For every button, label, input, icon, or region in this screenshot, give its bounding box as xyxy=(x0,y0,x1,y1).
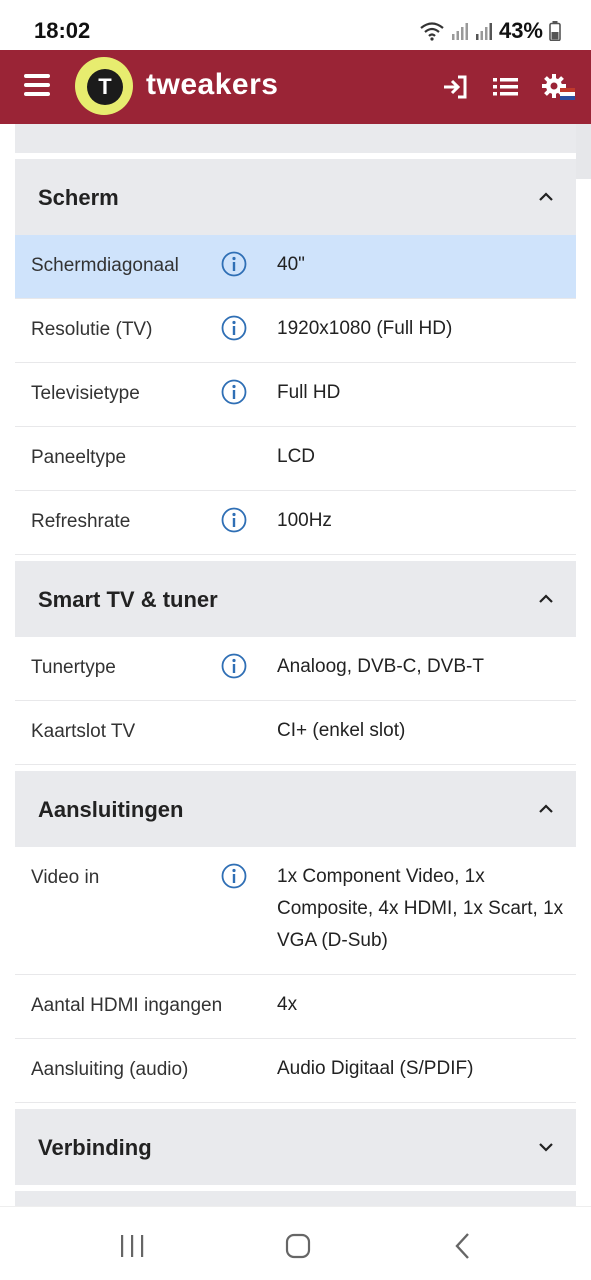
section-header-aansluitingen[interactable]: Aansluitingen xyxy=(15,771,576,847)
wifi-icon xyxy=(420,22,444,41)
spec-label: Kaartslot TV xyxy=(31,721,136,742)
back-icon[interactable] xyxy=(448,1231,478,1261)
section-title: Smart TV & tuner xyxy=(38,587,218,612)
info-icon[interactable] xyxy=(221,251,247,277)
logo-letter: T xyxy=(87,69,123,105)
chevron-down-icon xyxy=(539,1143,553,1152)
spec-value: 1920x1080 (Full HD) xyxy=(277,318,453,339)
section-header-smart-tv[interactable]: Smart TV & tuner xyxy=(15,561,576,637)
brand-name[interactable]: tweakers xyxy=(146,68,278,102)
spec-label: Aantal HDMI ingangen xyxy=(31,995,223,1016)
section-title: Aansluitingen xyxy=(38,797,184,822)
spec-row: Resolutie (TV) 1920x1080 (Full HD) xyxy=(15,299,576,363)
spec-label: Video in xyxy=(31,867,100,888)
spec-label: Tunertype xyxy=(31,657,116,678)
section-title: Verbinding xyxy=(38,1135,152,1160)
spec-row: Video in 1x Component Video, 1x Composit… xyxy=(15,847,576,975)
info-icon[interactable] xyxy=(221,379,247,405)
spec-value: 1x Component Video, 1x Composite, 4x HDM… xyxy=(277,866,564,951)
spec-label: Paneeltype xyxy=(31,447,127,468)
spec-value: 4x xyxy=(277,994,298,1015)
spec-label: Schermdiagonaal xyxy=(31,255,179,276)
spec-value: CI+ (enkel slot) xyxy=(277,720,406,741)
spec-value: 40" xyxy=(277,254,305,275)
battery-icon xyxy=(549,21,561,41)
spec-row: Schermdiagonaal 40" xyxy=(15,235,576,299)
spec-row: Aansluiting (audio) Audio Digitaal (S/PD… xyxy=(15,1039,576,1103)
battery-percent: 43% xyxy=(498,18,543,43)
chevron-up-icon xyxy=(539,192,553,201)
chevron-up-icon xyxy=(539,804,553,813)
previous-section-stub xyxy=(15,124,576,153)
login-icon[interactable] xyxy=(441,72,471,102)
chevron-up-icon xyxy=(539,594,553,603)
section-header-scherm[interactable]: Scherm xyxy=(15,159,576,235)
spec-value: Audio Digitaal (S/PDIF) xyxy=(277,1058,474,1079)
spec-label: Aansluiting (audio) xyxy=(31,1059,189,1080)
section-header-verbinding[interactable]: Verbinding xyxy=(15,1109,576,1185)
spec-row: Refreshrate 100Hz xyxy=(15,491,576,555)
section-title: Scherm xyxy=(38,185,119,210)
signal-icon-2 xyxy=(475,23,492,40)
app-header: T tweakers xyxy=(0,50,591,124)
spec-row: Televisietype Full HD xyxy=(15,363,576,427)
spec-value: 100Hz xyxy=(277,510,332,531)
spec-value: Full HD xyxy=(277,382,341,403)
status-bar: 18:02 43% xyxy=(0,0,591,50)
status-icons: 43% xyxy=(419,18,561,44)
spec-label: Resolutie (TV) xyxy=(31,319,153,340)
spec-value: LCD xyxy=(277,446,316,467)
system-nav-bar xyxy=(0,1206,591,1280)
spec-row: Kaartslot TV CI+ (enkel slot) xyxy=(15,701,576,765)
signal-icon xyxy=(451,23,468,40)
spec-row: Paneeltype LCD xyxy=(15,427,576,491)
spec-value: Analoog, DVB-C, DVB-T xyxy=(277,656,484,677)
home-icon[interactable] xyxy=(283,1231,313,1261)
info-icon[interactable] xyxy=(221,507,247,533)
spec-label: Refreshrate xyxy=(31,511,131,532)
menu-icon[interactable] xyxy=(24,74,50,96)
info-icon[interactable] xyxy=(221,863,247,889)
spec-label: Televisietype xyxy=(31,383,140,404)
recent-apps-icon[interactable] xyxy=(117,1231,147,1261)
status-time: 18:02 xyxy=(34,18,91,43)
tweakers-logo[interactable]: T xyxy=(75,57,133,115)
info-icon[interactable] xyxy=(221,653,247,679)
spec-list: Scherm Schermdiagonaal 40" Resolutie (TV… xyxy=(15,124,576,1221)
spec-row: Tunertype Analoog, DVB-C, DVB-T xyxy=(15,637,576,701)
list-icon[interactable] xyxy=(491,72,521,102)
settings-language-icon[interactable] xyxy=(540,72,576,102)
info-icon[interactable] xyxy=(221,315,247,341)
spec-row: Aantal HDMI ingangen 4x xyxy=(15,975,576,1039)
